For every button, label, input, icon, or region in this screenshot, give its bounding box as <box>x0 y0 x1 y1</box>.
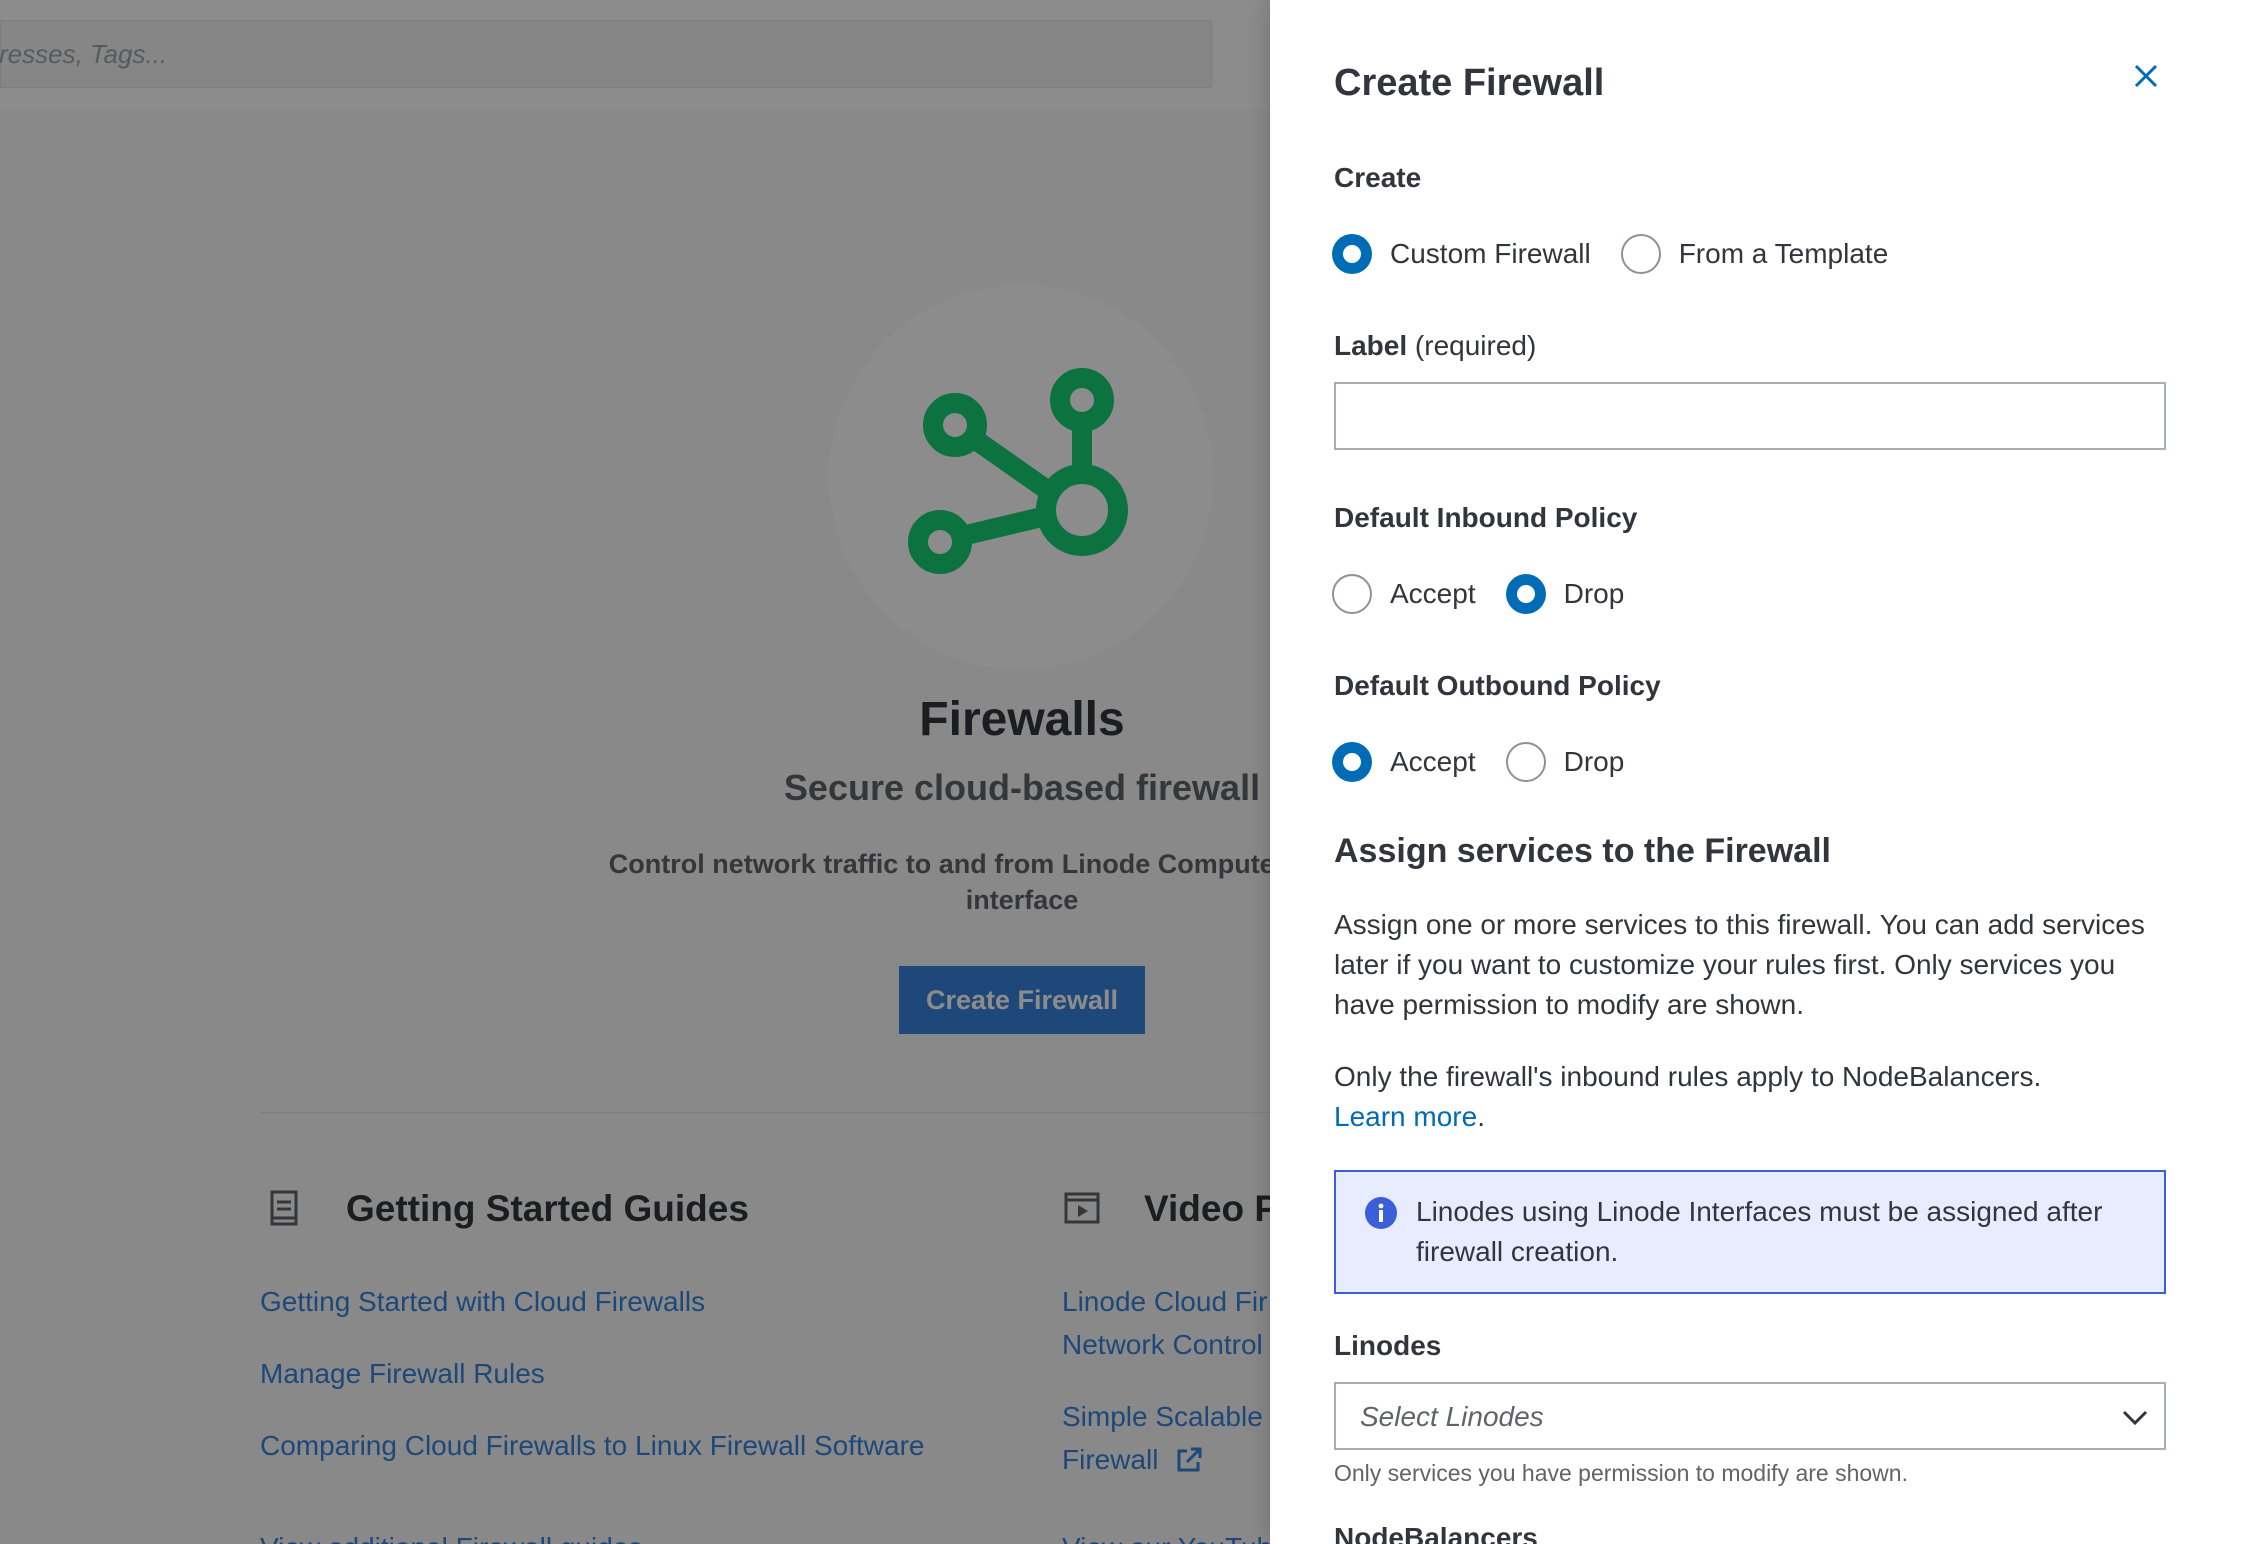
chevron-down-icon[interactable] <box>2122 1406 2148 1428</box>
radio-inbound-drop[interactable]: Drop <box>1505 574 1625 614</box>
radio-button[interactable] <box>1332 574 1372 614</box>
label-field-label: Label (required) <box>1334 330 1536 362</box>
linodes-select[interactable]: Select Linodes <box>1334 1382 2166 1450</box>
notice-text: Linodes using Linode Interfaces must be … <box>1416 1196 2103 1267</box>
learn-more-link[interactable]: Learn more <box>1334 1101 1477 1132</box>
info-icon <box>1365 1197 1397 1229</box>
assign-services-title: Assign services to the Firewall <box>1334 832 1831 870</box>
radio-button-checked[interactable] <box>1505 574 1546 614</box>
radio-label: Accept <box>1390 746 1476 777</box>
radio-outbound-accept[interactable]: Accept <box>1332 742 1476 782</box>
radio-outbound-drop[interactable]: Drop <box>1505 742 1625 782</box>
nodebalancer-note-text: Only the firewall's inbound rules apply … <box>1334 1061 2042 1092</box>
radio-button[interactable] <box>1505 742 1546 782</box>
radio-label: Accept <box>1390 578 1476 609</box>
label-field-text: Label <box>1334 330 1408 361</box>
inbound-policy-radio-group: Accept Drop <box>1332 574 1654 614</box>
nodebalancer-note: Only the firewall's inbound rules apply … <box>1334 1057 2166 1137</box>
linodes-helper-text: Only services you have permission to mod… <box>1334 1460 1908 1486</box>
radio-label: Drop <box>1563 578 1625 609</box>
create-section-label: Create <box>1334 162 1422 193</box>
radio-from-template[interactable]: From a Template <box>1620 234 1889 274</box>
radio-label: From a Template <box>1678 238 1889 269</box>
radio-custom-firewall[interactable]: Custom Firewall <box>1332 234 1591 274</box>
radio-label: Drop <box>1563 746 1625 777</box>
outbound-policy-radio-group: Accept Drop <box>1332 742 1654 782</box>
close-icon[interactable] <box>2132 62 2160 90</box>
linodes-label: Linodes <box>1334 1330 1442 1361</box>
required-qualifier: (required) <box>1414 330 1537 361</box>
radio-button-checked[interactable] <box>1332 234 1372 274</box>
inbound-policy-label: Default Inbound Policy <box>1334 502 1638 533</box>
assign-services-description: Assign one or more services to this fire… <box>1334 909 2145 1020</box>
radio-button[interactable] <box>1620 234 1661 274</box>
learn-more-suffix: . <box>1477 1101 1485 1132</box>
radio-label: Custom Firewall <box>1390 238 1591 269</box>
create-type-radio-group: Custom Firewall From a Template <box>1332 234 1918 274</box>
label-input[interactable] <box>1334 382 2166 450</box>
info-notice: Linodes using Linode Interfaces must be … <box>1334 1170 2166 1294</box>
drawer-title: Create Firewall <box>1334 62 1605 104</box>
outbound-policy-label: Default Outbound Policy <box>1334 670 1661 701</box>
select-placeholder: Select Linodes <box>1360 1401 1544 1432</box>
create-firewall-drawer: Create Firewall Create Custom Firewall F… <box>1270 0 2248 1544</box>
radio-inbound-accept[interactable]: Accept <box>1332 574 1476 614</box>
nodebalancers-label: NodeBalancers <box>1334 1522 1538 1544</box>
radio-button-checked[interactable] <box>1332 742 1372 782</box>
